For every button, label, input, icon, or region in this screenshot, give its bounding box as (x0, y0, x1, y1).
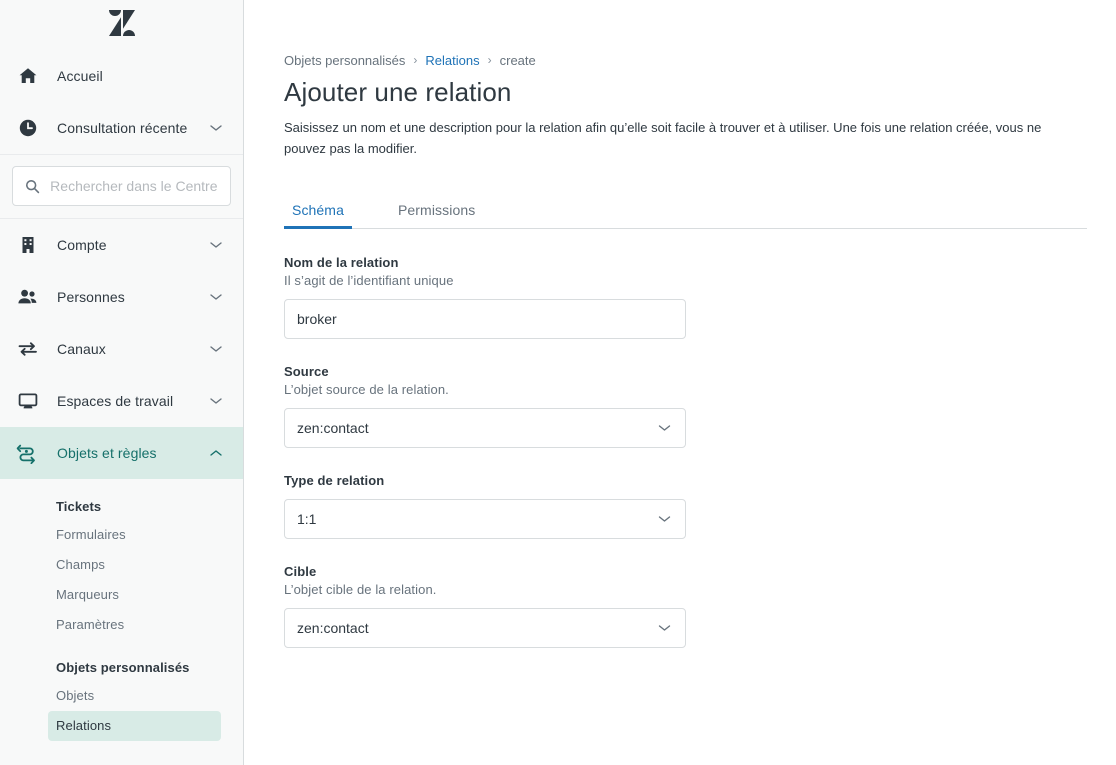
field-hint: Il s’agit de l’identifiant unique (284, 273, 454, 288)
relation-type-select[interactable]: 1:1 (284, 499, 686, 539)
chevron-down-icon (657, 621, 671, 635)
field-label: Source (284, 364, 329, 379)
relation-form: Nom de la relation Il s’agit de l’identi… (284, 229, 1116, 648)
sidebar-item-personnes[interactable]: Personnes (0, 271, 243, 323)
field-source: Source L’objet source de la relation. ze… (284, 364, 1116, 448)
subnav-item-formulaires[interactable]: Formulaires (48, 520, 221, 550)
breadcrumb-item-objets-personnalises: Objets personnalisés (284, 52, 406, 68)
sidebar-item-canaux[interactable]: Canaux (0, 323, 243, 375)
select-value: 1:1 (297, 511, 317, 527)
chevron-down-icon (657, 421, 671, 435)
sidebar-item-consultation-recente[interactable]: Consultation récente (0, 102, 243, 154)
sidebar-subnav: Tickets Formulaires Champs Marqueurs Par… (0, 479, 243, 741)
monitor-icon (16, 389, 40, 413)
breadcrumb: Objets personnalisés › Relations › creat… (284, 0, 1116, 68)
subnav-group-title: Objets personnalisés (56, 660, 190, 675)
search-placeholder: Rechercher dans le Centre d (50, 178, 220, 194)
subnav-group-title: Tickets (56, 499, 102, 514)
breadcrumb-item-create: create (499, 52, 536, 68)
brand-logo[interactable] (0, 0, 243, 46)
sidebar-item-accueil[interactable]: Accueil (0, 50, 243, 102)
field-type-de-relation: Type de relation 1:1 (284, 473, 1116, 539)
sidebar-item-label: Compte (57, 237, 107, 253)
tab-schema[interactable]: Schéma (284, 202, 352, 229)
objects-rules-icon (16, 441, 40, 465)
breadcrumb-item-relations[interactable]: Relations (425, 53, 479, 68)
main-content: Objets personnalisés › Relations › creat… (244, 0, 1116, 765)
sidebar-item-objets-et-regles[interactable]: Objets et règles (0, 427, 243, 479)
chevron-up-icon[interactable] (209, 446, 223, 460)
building-icon (16, 233, 40, 257)
subnav-group-objets-personnalises: Objets personnalisés Objets Relations (0, 654, 243, 741)
subnav-item-marqueurs[interactable]: Marqueurs (48, 580, 221, 610)
page-description: Saisissez un nom et une description pour… (284, 120, 1042, 156)
breadcrumb-separator: › (413, 53, 418, 67)
sidebar: Accueil Consultation récente Rechercher … (0, 0, 244, 765)
sidebar-item-label: Accueil (57, 68, 103, 84)
subnav-item-champs[interactable]: Champs (48, 550, 221, 580)
sidebar-sections-nav: Compte Personnes Canaux Espaces de trava… (0, 219, 243, 479)
channels-arrows-icon (16, 337, 40, 361)
chevron-down-icon[interactable] (209, 121, 223, 135)
sidebar-item-label: Canaux (57, 341, 106, 357)
chevron-down-icon[interactable] (209, 238, 223, 252)
tab-bar: Schéma Permissions (284, 195, 1087, 229)
home-icon (16, 64, 40, 88)
chevron-down-icon[interactable] (209, 290, 223, 304)
relation-name-input[interactable]: broker (284, 299, 686, 339)
source-select[interactable]: zen:contact (284, 408, 686, 448)
sidebar-item-label: Personnes (57, 289, 125, 305)
clock-icon (16, 116, 40, 140)
target-select[interactable]: zen:contact (284, 608, 686, 648)
sidebar-item-compte[interactable]: Compte (0, 219, 243, 271)
sidebar-item-espaces-de-travail[interactable]: Espaces de travail (0, 375, 243, 427)
input-value: broker (297, 311, 337, 327)
chevron-down-icon[interactable] (209, 342, 223, 356)
zendesk-logo (108, 10, 135, 36)
select-value: zen:contact (297, 620, 369, 636)
field-hint: L’objet source de la relation. (284, 382, 449, 397)
field-hint: L’objet cible de la relation. (284, 582, 437, 597)
subnav-item-parametres[interactable]: Paramètres (48, 610, 221, 640)
chevron-down-icon (657, 512, 671, 526)
field-label: Type de relation (284, 473, 385, 488)
page-title: Ajouter une relation (284, 77, 512, 107)
search-icon (25, 178, 40, 194)
chevron-down-icon[interactable] (209, 394, 223, 408)
sidebar-item-label: Consultation récente (57, 120, 188, 136)
app-root: Accueil Consultation récente Rechercher … (0, 0, 1116, 765)
subnav-item-objets[interactable]: Objets (48, 681, 221, 711)
subnav-group-tickets: Tickets Formulaires Champs Marqueurs Par… (0, 493, 243, 640)
subnav-item-relations[interactable]: Relations (48, 711, 221, 741)
field-cible: Cible L’objet cible de la relation. zen:… (284, 564, 1116, 648)
tab-permissions[interactable]: Permissions (390, 202, 483, 228)
breadcrumb-separator: › (487, 53, 492, 67)
sidebar-item-label: Objets et règles (57, 445, 157, 461)
people-icon (16, 285, 40, 309)
sidebar-item-label: Espaces de travail (57, 393, 174, 409)
sidebar-search-wrapper: Rechercher dans le Centre d (0, 155, 243, 218)
search-input[interactable]: Rechercher dans le Centre d (12, 166, 231, 206)
field-label: Cible (284, 564, 317, 579)
select-value: zen:contact (297, 420, 369, 436)
field-nom-de-la-relation: Nom de la relation Il s’agit de l’identi… (284, 255, 1116, 339)
field-label: Nom de la relation (284, 255, 399, 270)
sidebar-primary-nav: Accueil Consultation récente (0, 46, 243, 154)
